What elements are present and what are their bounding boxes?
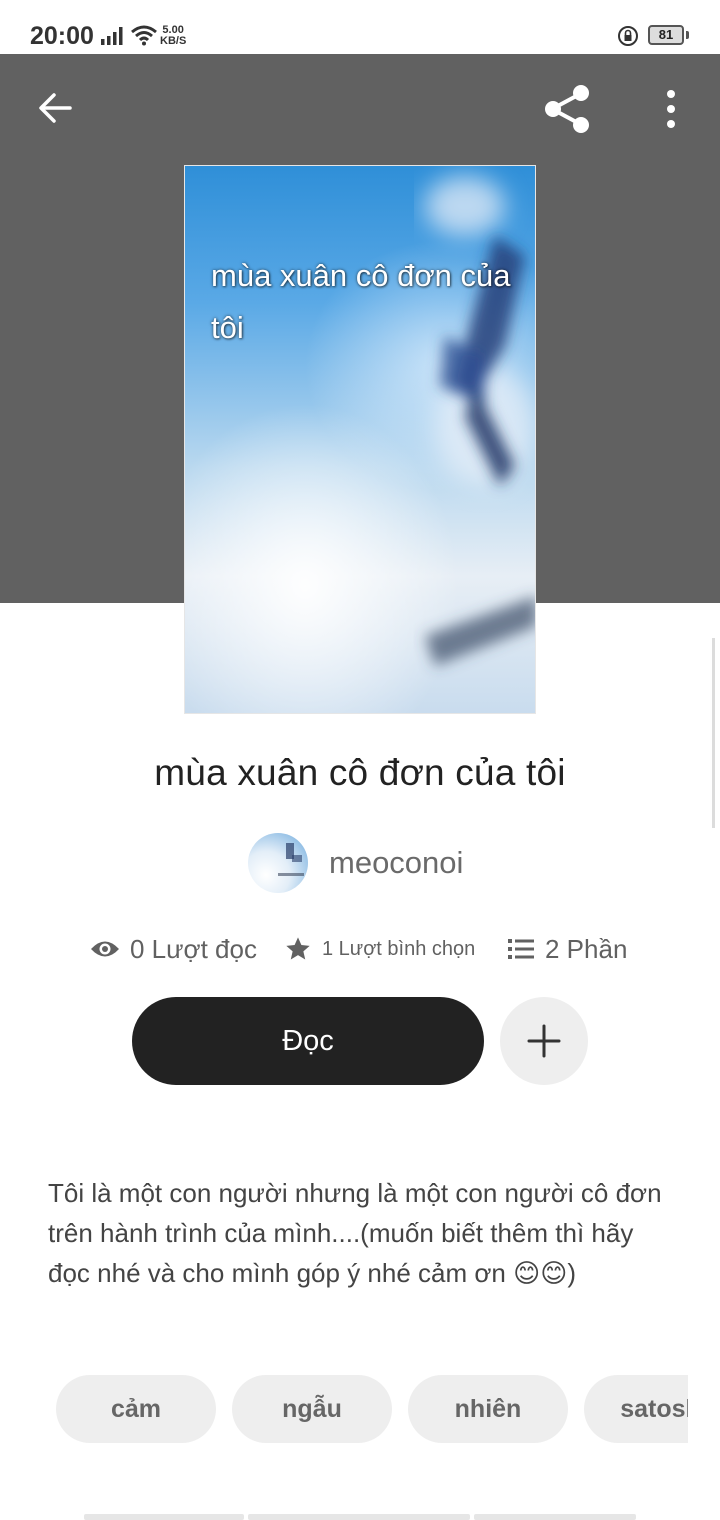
wifi-icon: [131, 25, 157, 46]
bottom-divider: [84, 1514, 636, 1520]
parts-count: 2 Phần: [545, 933, 628, 964]
star-icon: [286, 937, 310, 960]
tag-list: cảmngẫunhiênsatoshi: [56, 1375, 688, 1443]
more-vertical-icon[interactable]: [656, 88, 686, 130]
battery-tip: [686, 31, 689, 39]
add-to-library-button[interactable]: [500, 997, 588, 1085]
signal-icon: [101, 27, 123, 45]
status-time: 20:00: [30, 22, 94, 50]
story-title: mùa xuân cô đơn của tôi: [154, 752, 566, 793]
cover-figure-illustration: [425, 176, 535, 666]
list-icon: [508, 939, 534, 959]
network-speed: 5.00 KB/S: [160, 25, 186, 47]
author-avatar[interactable]: [248, 833, 308, 893]
rotation-lock-icon: [618, 26, 638, 46]
author-link[interactable]: meoconoi: [248, 832, 463, 894]
votes-stat: 1 Lượt bình chọn: [284, 926, 475, 972]
status-bar: 20:00 5.00 KB/S 81: [0, 0, 720, 54]
eye-icon: [91, 941, 119, 957]
share-icon[interactable]: [540, 82, 596, 136]
tag-chip[interactable]: ngẫu: [232, 1375, 392, 1443]
cover-title-text: mùa xuân cô đơn của tôi: [211, 258, 511, 345]
read-button[interactable]: Đọc: [132, 997, 484, 1085]
back-arrow-icon[interactable]: [34, 86, 78, 130]
tag-chip[interactable]: satoshi: [584, 1375, 688, 1443]
votes-count: 1 Lượt bình chọn: [322, 937, 476, 960]
reads-count: 0 Lượt đọc: [130, 933, 257, 964]
scroll-indicator: [712, 638, 715, 828]
story-description: Tôi là một con người nhưng là một con ng…: [48, 1178, 662, 1288]
reads-stat: 0 Lượt đọc: [90, 926, 257, 972]
author-name[interactable]: meoconoi: [329, 845, 463, 881]
tag-chip[interactable]: cảm: [56, 1375, 216, 1443]
story-stats: 0 Lượt đọc 1 Lượt bình chọn 2 Phần: [0, 926, 720, 972]
network-speed-unit: KB/S: [160, 35, 187, 47]
parts-stat: 2 Phần: [507, 926, 627, 972]
avatar-image-icon: [278, 843, 304, 876]
battery-indicator: 81: [648, 25, 684, 45]
tag-chip[interactable]: nhiên: [408, 1375, 568, 1443]
story-cover[interactable]: mùa xuân cô đơn của tôi: [184, 165, 536, 714]
plus-icon: [527, 1024, 561, 1058]
